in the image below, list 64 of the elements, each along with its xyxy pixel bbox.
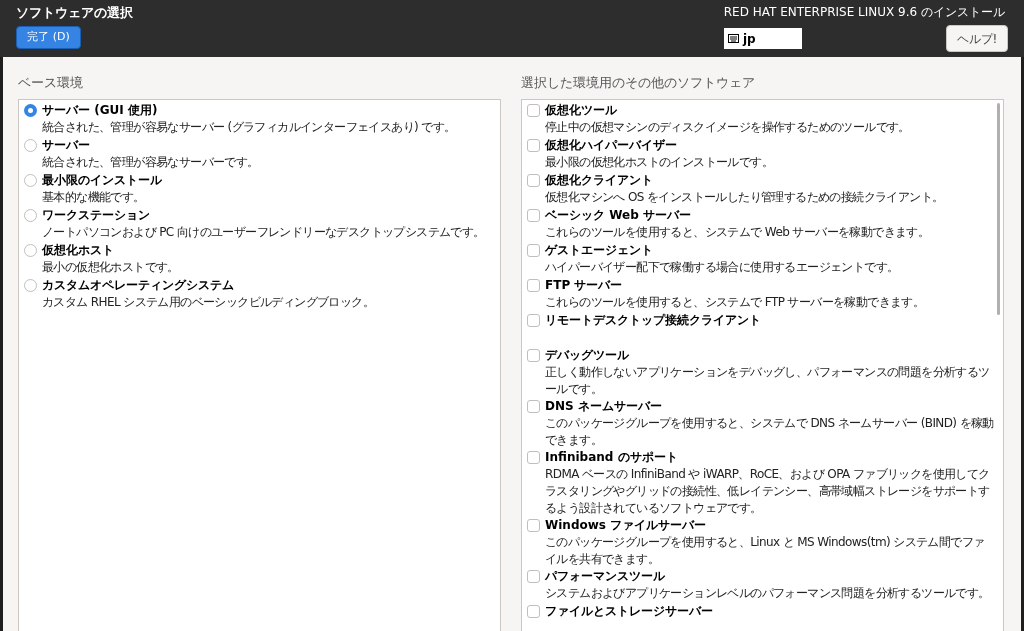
software-description: 仮想化マシンへ OS をインストールしたり管理するための接続クライアント。	[545, 188, 944, 206]
software-name[interactable]: Infiniband のサポート	[545, 448, 995, 466]
checkbox[interactable]	[527, 569, 540, 583]
environment-name[interactable]: サーバー	[42, 136, 259, 154]
checkbox[interactable]	[527, 604, 540, 618]
environment-name[interactable]: 仮想化ホスト	[42, 241, 179, 259]
radio-button[interactable]	[24, 243, 37, 257]
checkbox[interactable]	[527, 313, 540, 327]
radio-button[interactable]	[24, 138, 37, 152]
radio-button[interactable]	[24, 278, 37, 292]
checkbox[interactable]	[527, 348, 540, 362]
software-name[interactable]: パフォーマンスツール	[545, 567, 990, 585]
software-description: システムおよびアプリケーションレベルのパフォーマンス問題を分析するツールです。	[545, 584, 990, 602]
software-name[interactable]: 仮想化ハイパーバイザー	[545, 136, 773, 154]
radio-button[interactable]	[24, 208, 37, 222]
section-heading: ベース環境	[18, 74, 84, 92]
scrollbar[interactable]	[997, 102, 1000, 315]
software-name[interactable]: 仮想化ツール	[545, 101, 910, 119]
software-name[interactable]: リモートデスクトップ接続クライアント	[545, 311, 761, 329]
software-description: これらのツールを使用すると、システムで FTP サーバーを稼動できます。	[545, 293, 925, 311]
keyboard-layout-field[interactable]: jp	[724, 28, 802, 49]
software-description: 最小限の仮想化ホストのインストールです。	[545, 153, 773, 171]
keyboard-icon	[728, 34, 739, 43]
software-description: これらのツールを使用すると、システムで Web サーバーを稼動できます。	[545, 223, 930, 241]
section-heading: 選択した環境用のその他のソフトウェア	[521, 74, 756, 92]
checkbox[interactable]	[527, 450, 540, 464]
radio-button[interactable]	[24, 173, 37, 187]
checkbox[interactable]	[527, 208, 540, 222]
checkbox[interactable]	[527, 138, 540, 152]
software-name[interactable]: DNS ネームサーバー	[545, 397, 995, 415]
software-name[interactable]: FTP サーバー	[545, 276, 925, 294]
checkbox[interactable]	[527, 278, 540, 292]
checkbox[interactable]	[527, 243, 540, 257]
environment-description: 統合された、管理が容易なサーバー (グラフィカルインターフェイスあり) です。	[42, 118, 456, 136]
window-title: ソフトウェアの選択	[16, 4, 133, 22]
software-name[interactable]: Windows ファイルサーバー	[545, 516, 995, 534]
software-description: このパッケージグループを使用すると、システムで DNS ネームサーバー (BIND) を稼動できます。	[545, 414, 995, 449]
product-title: RED HAT ENTERPRISE LINUX 9.6 のインストール	[723, 4, 1005, 21]
environment-name[interactable]: 最小限のインストール	[42, 171, 162, 189]
environment-description: 最小の仮想化ホストです。	[42, 258, 179, 276]
software-description: 停止中の仮想マシンのディスクイメージを操作するためのツールです。	[545, 118, 910, 136]
environment-name[interactable]: ワークステーション	[42, 206, 485, 224]
checkbox[interactable]	[527, 173, 540, 187]
software-name[interactable]: 仮想化クライアント	[545, 171, 944, 189]
software-name[interactable]: ベーシック Web サーバー	[545, 206, 930, 224]
checkbox[interactable]	[527, 518, 540, 532]
environment-name[interactable]: サーバー (GUI 使用)	[42, 101, 456, 119]
environment-description: ノートパソコンおよび PC 向けのユーザーフレンドリーなデスクトップシステムです。	[42, 223, 485, 241]
software-name[interactable]: ファイルとストレージサーバー	[545, 602, 713, 620]
software-description: このパッケージグループを使用すると、Linux と MS Windows(tm) システム間でファイルを共有できます。	[545, 533, 986, 568]
software-name[interactable]: ゲストエージェント	[545, 241, 899, 259]
environment-name[interactable]: カスタムオペレーティングシステム	[42, 276, 375, 294]
checkbox[interactable]	[527, 399, 540, 413]
environment-description: 統合された、管理が容易なサーバーです。	[42, 153, 259, 171]
software-description: ハイパーバイザー配下で稼働する場合に使用するエージェントです。	[545, 258, 899, 276]
software-name[interactable]: デバッグツール	[545, 346, 995, 364]
help-button[interactable]: ヘルプ!	[946, 25, 1008, 52]
software-description: 正しく動作しないアプリケーションをデバッグし、パフォーマンスの問題を分析するツールです。	[545, 363, 991, 398]
done-button[interactable]: 完了 (D)	[16, 25, 81, 49]
environment-description: 基本的な機能です。	[42, 188, 146, 206]
environment-description: カスタム RHEL システム用のベーシックビルディングブロック。	[42, 293, 375, 311]
checkbox[interactable]	[527, 103, 540, 117]
radio-button[interactable]	[24, 103, 37, 117]
software-description: RDMA ベースの InfiniBand や iWARP、RoCE、および OPA ファブリックを使用してクラスタリングやグリッドの接続性、低レイテンシー、高帯域幅ストレージをサポートするよう設計されているソフトウェアです。	[545, 465, 991, 517]
